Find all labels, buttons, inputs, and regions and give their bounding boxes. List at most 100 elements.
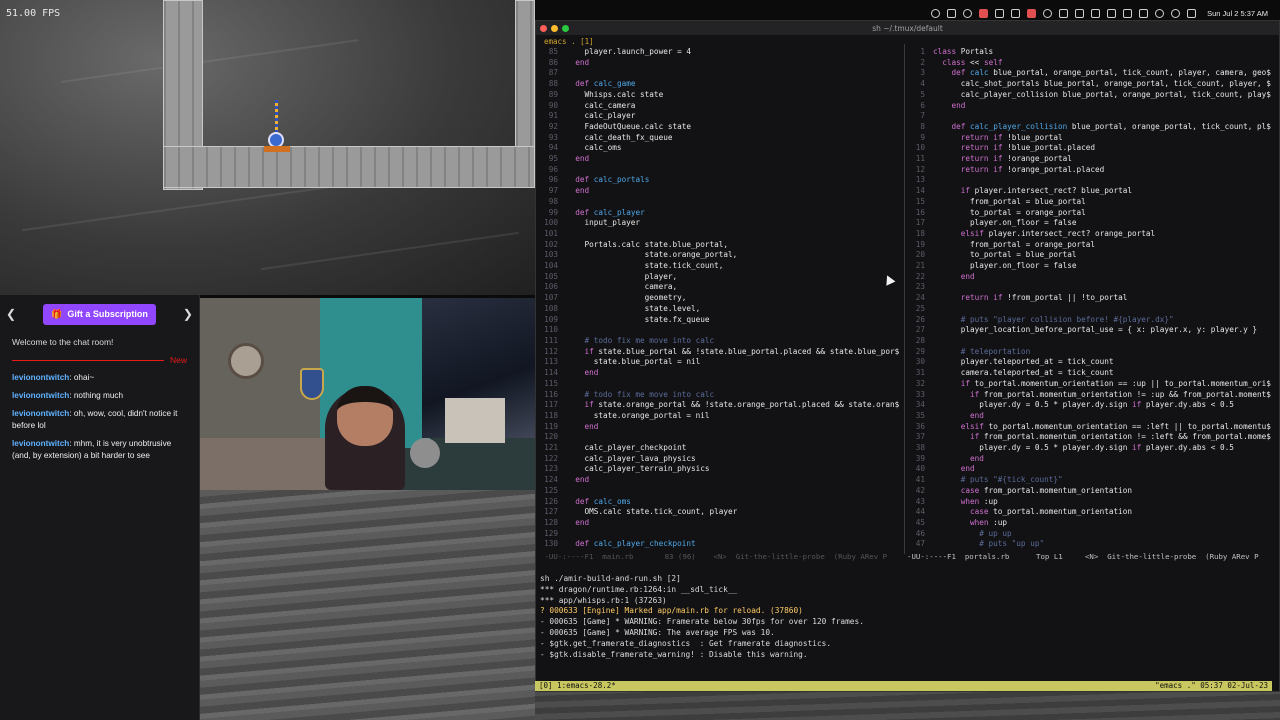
code-line[interactable]: 104 state.tick_count, xyxy=(540,261,902,272)
code-line[interactable]: 11 return if !orange_portal xyxy=(907,154,1275,165)
code-line[interactable]: 7 xyxy=(907,111,1275,122)
code-line[interactable]: 19 from_portal = orange_portal xyxy=(907,240,1275,251)
code-line[interactable]: 44 case to_portal.momentum_orientation xyxy=(907,507,1275,518)
bluetooth-icon[interactable] xyxy=(1043,8,1053,18)
status-icon[interactable] xyxy=(1011,8,1021,18)
code-line[interactable]: 101 xyxy=(540,229,902,240)
status-icon[interactable] xyxy=(931,8,941,18)
code-line[interactable]: 93 calc_death_fx_queue xyxy=(540,133,902,144)
code-line[interactable]: 106 camera, xyxy=(540,282,902,293)
code-line[interactable]: 94 calc_oms xyxy=(540,143,902,154)
code-line[interactable]: 1 class Portals xyxy=(907,47,1275,58)
code-line[interactable]: 43 when :up xyxy=(907,497,1275,508)
record-icon[interactable] xyxy=(979,8,989,18)
code-line[interactable]: 103 state.orange_portal, xyxy=(540,250,902,261)
code-line[interactable]: 39 end xyxy=(907,454,1275,465)
chevron-right-icon[interactable]: ❯ xyxy=(183,307,193,321)
code-line[interactable]: 42 case from_portal.momentum_orientation xyxy=(907,486,1275,497)
code-line[interactable]: 18 elsif player.intersect_rect? orange_p… xyxy=(907,229,1275,240)
code-line[interactable]: 125 xyxy=(540,486,902,497)
code-line[interactable]: 111 # todo fix me move into calc xyxy=(540,336,902,347)
code-line[interactable]: 15 from_portal = blue_portal xyxy=(907,197,1275,208)
code-line[interactable]: 38 player.dy = 0.5 * player.dy.sign if p… xyxy=(907,443,1275,454)
code-line[interactable]: 105 player, xyxy=(540,272,902,283)
code-line[interactable]: 22 end xyxy=(907,272,1275,283)
chat-username[interactable]: levionontwitch xyxy=(12,373,69,382)
code-line[interactable]: 6 end xyxy=(907,101,1275,112)
code-line[interactable]: 89 Whisps.calc state xyxy=(540,90,902,101)
code-line[interactable]: 109 state.fx_queue xyxy=(540,315,902,326)
code-line[interactable]: 32 if to_portal.momentum_orientation == … xyxy=(907,379,1275,390)
code-line[interactable]: 115 xyxy=(540,379,902,390)
code-line[interactable]: 118 state.orange_portal = nil xyxy=(540,411,902,422)
window-titlebar[interactable]: sh ~/.tmux/default xyxy=(536,21,1279,35)
code-line[interactable]: 97 end xyxy=(540,186,902,197)
code-line[interactable]: 41 # puts "#{tick_count}" xyxy=(907,475,1275,486)
code-line[interactable]: 123 calc_player_terrain_physics xyxy=(540,464,902,475)
code-line[interactable]: 33 if from_portal.momentum_orientation !… xyxy=(907,390,1275,401)
code-line[interactable]: 13 xyxy=(907,175,1275,186)
code-line[interactable]: 91 calc_player xyxy=(540,111,902,122)
code-line[interactable]: 45 when :up xyxy=(907,518,1275,529)
chat-username[interactable]: levionontwitch xyxy=(12,409,69,418)
home-icon[interactable] xyxy=(1075,8,1085,18)
chevron-left-icon[interactable]: ❮ xyxy=(6,307,16,321)
code-line[interactable]: 124 end xyxy=(540,475,902,486)
code-line[interactable]: 96 def calc_portals xyxy=(540,175,902,186)
code-line[interactable]: 4 calc_shot_portals blue_portal, orange_… xyxy=(907,79,1275,90)
display-icon[interactable] xyxy=(1091,8,1101,18)
code-line[interactable]: 35 end xyxy=(907,411,1275,422)
code-line[interactable]: 8 def calc_player_collision blue_portal,… xyxy=(907,122,1275,133)
code-line[interactable]: 96 xyxy=(540,165,902,176)
code-line[interactable]: 34 player.dy = 0.5 * player.dy.sign if p… xyxy=(907,400,1275,411)
code-line[interactable]: 85 player.launch_power = 4 xyxy=(540,47,902,58)
code-line[interactable]: 14 if player.intersect_rect? blue_portal xyxy=(907,186,1275,197)
gift-subscription-button[interactable]: 🎁 Gift a Subscription xyxy=(43,303,156,325)
menubar-clock[interactable]: Sun Jul 2 5:37 AM xyxy=(1207,9,1268,18)
code-line[interactable]: 37 if from_portal.momentum_orientation !… xyxy=(907,432,1275,443)
code-line[interactable]: 20 to_portal = blue_portal xyxy=(907,250,1275,261)
code-line[interactable]: 87 xyxy=(540,68,902,79)
code-line[interactable]: 113 state.blue_portal = nil xyxy=(540,357,902,368)
code-line[interactable]: 122 calc_player_lava_physics xyxy=(540,454,902,465)
code-line[interactable]: 117 if state.orange_portal && !state.ora… xyxy=(540,400,902,411)
code-line[interactable]: 25 xyxy=(907,304,1275,315)
code-line[interactable]: 107 geometry, xyxy=(540,293,902,304)
code-line[interactable]: 95 end xyxy=(540,154,902,165)
code-line[interactable]: 31 camera.teleported_at = tick_count xyxy=(907,368,1275,379)
control-center-icon[interactable] xyxy=(1187,8,1197,18)
code-line[interactable]: 112 if state.blue_portal && !state.blue_… xyxy=(540,347,902,358)
code-line[interactable]: 24 return if !from_portal || !to_portal xyxy=(907,293,1275,304)
code-line[interactable]: 28 xyxy=(907,336,1275,347)
code-line[interactable]: 23 xyxy=(907,282,1275,293)
tmux-window-list[interactable]: [0] 1:emacs-28.2* xyxy=(539,681,616,691)
code-line[interactable]: 27 player_location_before_portal_use = {… xyxy=(907,325,1275,336)
code-line[interactable]: 120 xyxy=(540,432,902,443)
code-line[interactable]: 88 def calc_game xyxy=(540,79,902,90)
code-line[interactable]: 26 # puts "player collision before! #{pl… xyxy=(907,315,1275,326)
chat-username[interactable]: levionontwitch xyxy=(12,439,69,448)
status-icon[interactable] xyxy=(995,8,1005,18)
editor-pane-portals-rb[interactable]: 1 class Portals 2 class << self 3 def calc … xyxy=(907,47,1275,552)
code-line[interactable]: 21 player.on_floor = false xyxy=(907,261,1275,272)
battery-icon[interactable] xyxy=(1139,8,1149,18)
chat-username[interactable]: levionontwitch xyxy=(12,391,69,400)
code-line[interactable]: 16 to_portal = orange_portal xyxy=(907,208,1275,219)
code-line[interactable]: 10 return if !blue_portal.placed xyxy=(907,143,1275,154)
code-line[interactable]: 29 # teleportation xyxy=(907,347,1275,358)
code-line[interactable]: 5 calc_player_collision blue_portal, ora… xyxy=(907,90,1275,101)
code-line[interactable]: 30 player.teleported_at = tick_count xyxy=(907,357,1275,368)
shell-output[interactable]: sh ./amir-build-and-run.sh [2] *** dragon… xyxy=(540,574,1275,684)
game-viewport[interactable]: 51.00 FPS xyxy=(0,0,535,295)
code-line[interactable]: 129 xyxy=(540,529,902,540)
pane-divider[interactable] xyxy=(904,44,905,554)
search-icon[interactable] xyxy=(1171,8,1181,18)
code-line[interactable]: 100 input_player xyxy=(540,218,902,229)
code-line[interactable]: 108 state.level, xyxy=(540,304,902,315)
tools-icon[interactable] xyxy=(1059,8,1069,18)
code-line[interactable]: 17 player.on_floor = false xyxy=(907,218,1275,229)
code-line[interactable]: 130 def calc_player_checkpoint xyxy=(540,539,902,550)
code-line[interactable]: 92 FadeOutQueue.calc state xyxy=(540,122,902,133)
keyboard-icon[interactable] xyxy=(1107,8,1117,18)
code-line[interactable]: 3 def calc blue_portal, orange_portal, t… xyxy=(907,68,1275,79)
